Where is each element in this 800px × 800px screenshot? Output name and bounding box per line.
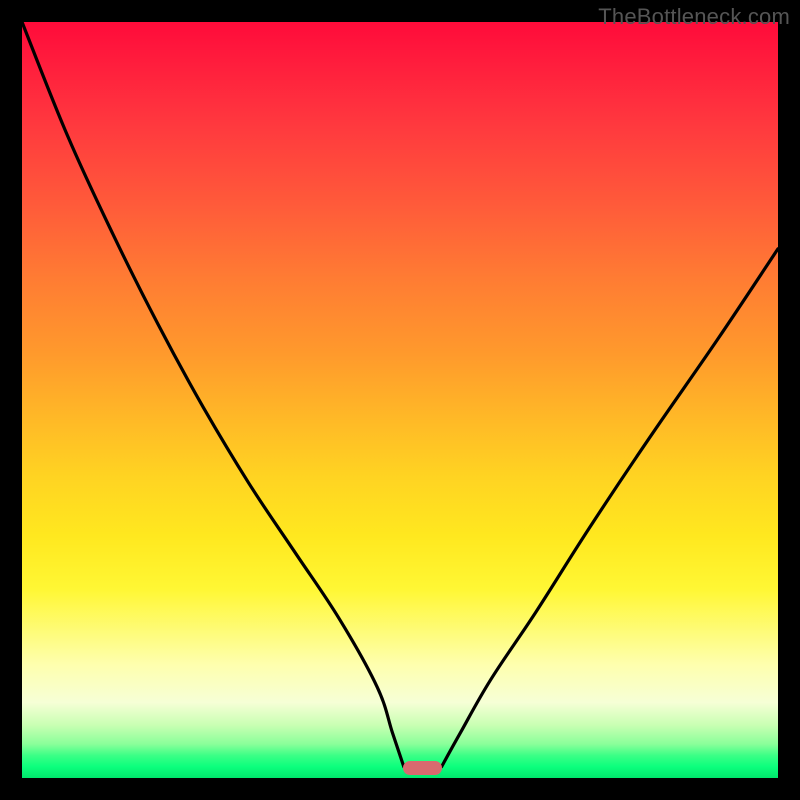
chart-plot-area [22,22,778,778]
curve-right-branch [442,249,778,767]
chart-frame: TheBottleneck.com [0,0,800,800]
bottleneck-curve [22,22,778,778]
optimal-range-marker [403,761,442,775]
curve-left-branch [22,22,404,767]
watermark-text: TheBottleneck.com [598,4,790,30]
